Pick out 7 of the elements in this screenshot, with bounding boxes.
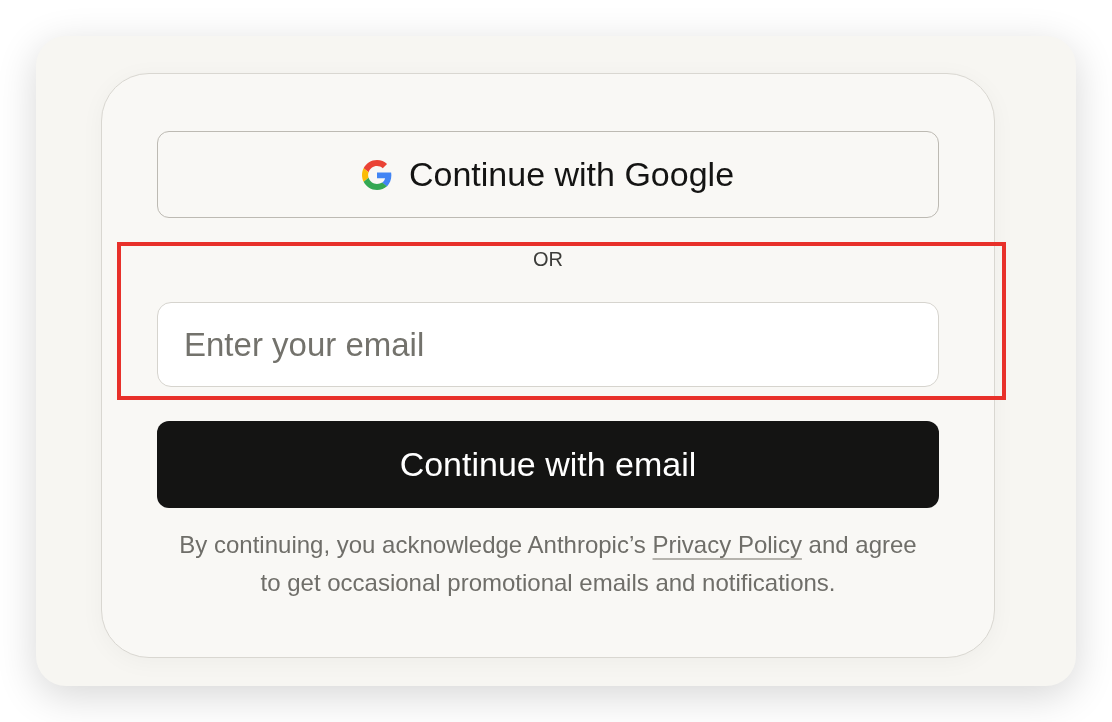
email-field[interactable]: Enter your email (157, 302, 939, 387)
continue-email-button[interactable]: Continue with email (157, 421, 939, 508)
g-logo-icon (361, 159, 392, 190)
consent-text: By continuing, you acknowledge Anthropic’s Privacy Policy and agree to get occasional promotional emails and notifications. (178, 530, 918, 598)
google-sign-in-button[interactable]: Continue with Google (157, 131, 939, 218)
privacy-policy-link[interactable]: Privacy Policy (652, 531, 802, 558)
divider-label: OR (533, 249, 563, 269)
